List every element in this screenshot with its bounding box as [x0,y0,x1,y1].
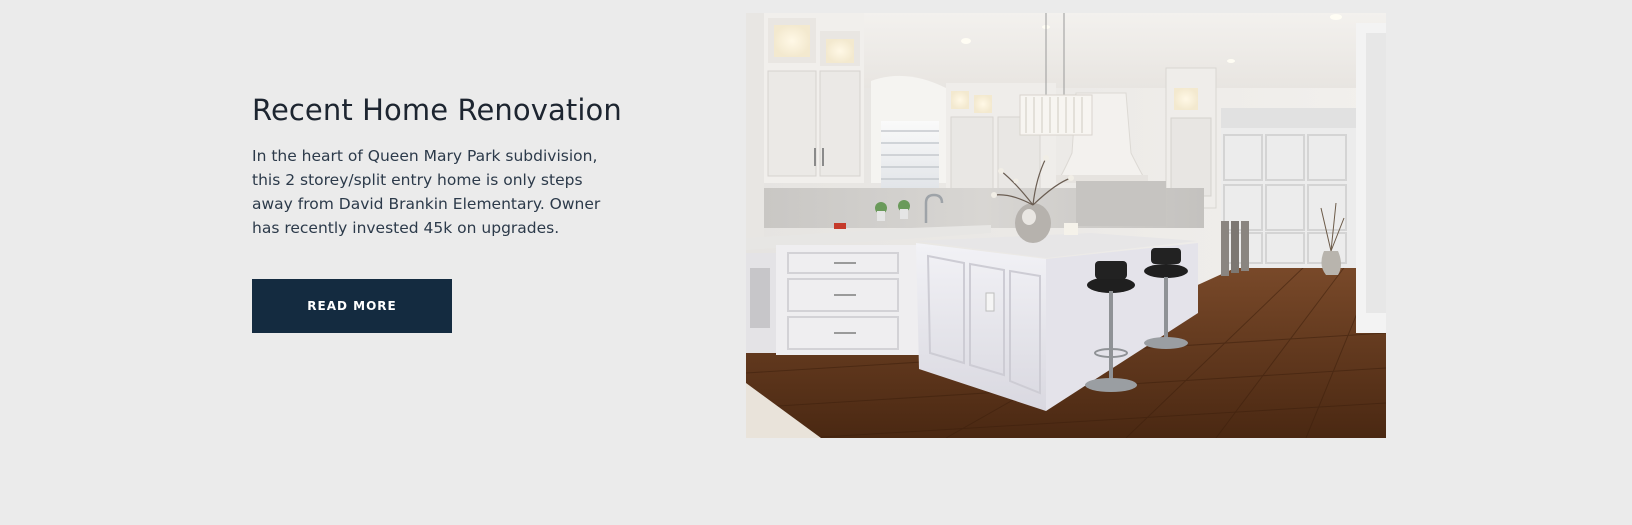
feature-description: In the heart of Queen Mary Park subdivis… [252,147,601,237]
feature-text-column: Recent Home Renovation In the heart of Q… [252,90,632,240]
renovation-feature-section: Recent Home Renovation In the heart of Q… [0,0,1632,525]
kitchen-photo [746,13,1386,438]
read-more-button[interactable]: READ MORE [252,279,452,333]
feature-title: Recent Home Renovation [252,93,622,127]
